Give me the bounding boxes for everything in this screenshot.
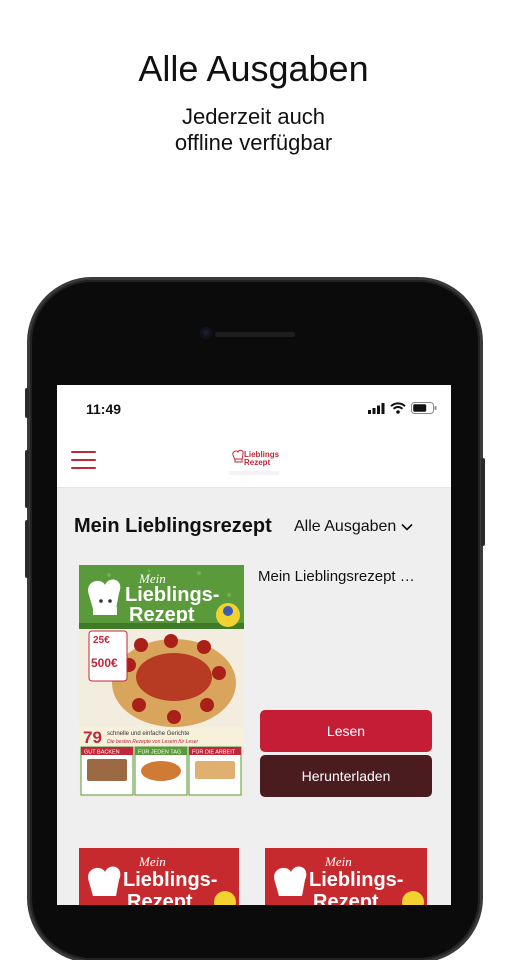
status-icons <box>368 402 437 414</box>
cover-count: 79 <box>83 728 102 747</box>
earpiece-speaker <box>215 332 295 337</box>
cover-artwork-2: Mein Lieblings- Rezept <box>79 848 239 905</box>
cellular-signal-icon <box>368 402 385 414</box>
issue-cover-3[interactable]: Mein Lieblings- Rezept <box>265 848 427 905</box>
mute-switch <box>25 388 29 418</box>
promo-subtitle: Jederzeit auch offline verfügbar <box>0 104 507 156</box>
cover-count-text: schnelle und einfache Gerichte <box>107 731 190 737</box>
filter-label: Alle Ausgaben <box>294 518 397 535</box>
cover-brand-line1: Lieblings- <box>125 584 219 606</box>
cover-count-sub: Die besten Rezepte von Lesern für Leser <box>107 739 198 745</box>
cover-box-1: GUT BACKEN <box>84 750 120 756</box>
download-button[interactable]: Herunterladen <box>260 755 432 797</box>
cover-artwork: Mein Lieblings- Rezept 25€ 500€ 79 schne… <box>79 565 244 797</box>
app-screen: 11:49 Lieblings- Rezept Mein Lieblingsre… <box>57 385 451 905</box>
status-bar: 11:49 <box>57 385 451 435</box>
hamburger-menu-icon[interactable] <box>71 451 97 471</box>
battery-icon <box>411 402 437 414</box>
cover-brand-line2: Rezept <box>129 604 195 626</box>
brand-logo: Lieblings- Rezept <box>229 449 279 475</box>
promo-title: Alle Ausgaben <box>138 48 369 89</box>
issue-title: Mein Lieblingsrezept … <box>258 568 415 585</box>
cover2-brand-line2: Rezept <box>127 891 193 905</box>
issue-cover[interactable]: Mein Lieblings- Rezept 25€ 500€ 79 schne… <box>79 565 244 797</box>
cover-artwork-3: Mein Lieblings- Rezept <box>265 848 427 905</box>
status-time: 11:49 <box>86 401 122 417</box>
cover-prize: 500€ <box>91 656 118 670</box>
section-title: Mein Lieblingsrezept <box>74 515 272 537</box>
logo-line2: Rezept <box>244 458 271 467</box>
cover3-brand-line2: Rezept <box>313 891 379 905</box>
issue-filter-dropdown[interactable]: Alle Ausgaben <box>294 518 413 536</box>
front-camera <box>200 327 212 339</box>
cover-box-3: FÜR DIE ARBEIT <box>192 749 236 756</box>
cover-price-badge: 25€ <box>93 635 110 646</box>
cover-box-2: FÜR JEDEN TAG <box>138 749 181 756</box>
cover2-brand-line1: Lieblings- <box>123 869 217 891</box>
promo-subtitle-line1: Jederzeit auch <box>181 104 326 129</box>
promo-subtitle-line2: offline verfügbar <box>174 130 333 155</box>
volume-down-button <box>25 520 29 578</box>
wifi-icon <box>390 402 406 414</box>
cover3-brand-line1: Lieblings- <box>309 869 403 891</box>
app-bar: Lieblings- Rezept <box>57 435 451 488</box>
issue-cover-2[interactable]: Mein Lieblings- Rezept <box>79 848 239 905</box>
chevron-down-icon <box>401 523 413 531</box>
power-button <box>481 458 485 546</box>
cover3-brand-mein: Mein <box>324 854 352 869</box>
cover2-brand-mein: Mein <box>138 854 166 869</box>
read-button[interactable]: Lesen <box>260 710 432 752</box>
volume-up-button <box>25 450 29 508</box>
